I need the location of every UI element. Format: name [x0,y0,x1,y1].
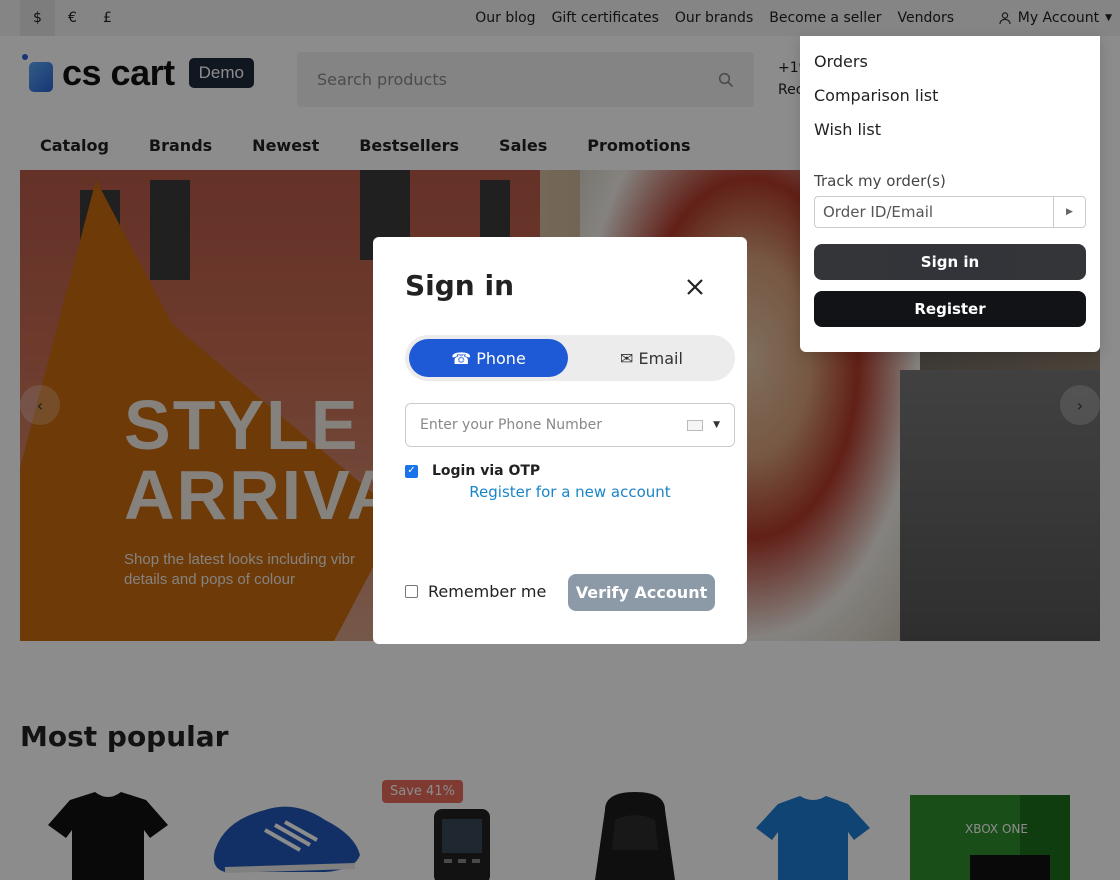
tab-email[interactable]: ✉ Email [572,339,731,377]
otp-option[interactable]: ✓ Login via OTP [405,463,540,479]
dropdown-signin-button[interactable]: Sign in [814,244,1086,280]
tab-phone[interactable]: ☎ Phone [409,339,568,377]
otp-checkbox[interactable]: ✓ [405,464,418,478]
play-icon: ▶ [1066,207,1073,217]
modal-title: Sign in [405,269,515,302]
phone-number-input[interactable]: Enter your Phone Number [420,417,687,433]
caret-down-icon[interactable]: ▼ [713,420,720,430]
order-id-input[interactable]: Order ID/Email [814,196,1053,228]
remember-me-label: Remember me [428,582,547,601]
signin-modal: Sign in ☎ Phone ✉ Email Enter your Phone… [373,237,747,644]
dropdown-orders[interactable]: Orders [814,50,1086,84]
remember-me-checkbox[interactable] [405,585,418,598]
track-submit-button[interactable]: ▶ [1053,196,1086,228]
dropdown-wish-list[interactable]: Wish list [814,118,1086,152]
close-icon [687,279,703,295]
remember-me-option[interactable]: Remember me [405,582,546,601]
register-link[interactable]: Register for a new account [373,483,747,501]
track-order-form: Order ID/Email ▶ [814,196,1086,228]
otp-label: Login via OTP [432,463,541,479]
login-method-toggle: ☎ Phone ✉ Email [405,335,735,381]
close-button[interactable] [685,277,705,299]
track-order-label: Track my order(s) [814,172,946,190]
verify-account-button[interactable]: Verify Account [568,574,715,611]
dropdown-comparison-list[interactable]: Comparison list [814,84,1086,118]
country-flag-icon[interactable] [687,419,704,431]
phone-number-field[interactable]: Enter your Phone Number ▼ [405,403,735,447]
dropdown-register-button[interactable]: Register [814,291,1086,327]
account-dropdown: Orders Comparison list Wish list Track m… [800,36,1100,352]
